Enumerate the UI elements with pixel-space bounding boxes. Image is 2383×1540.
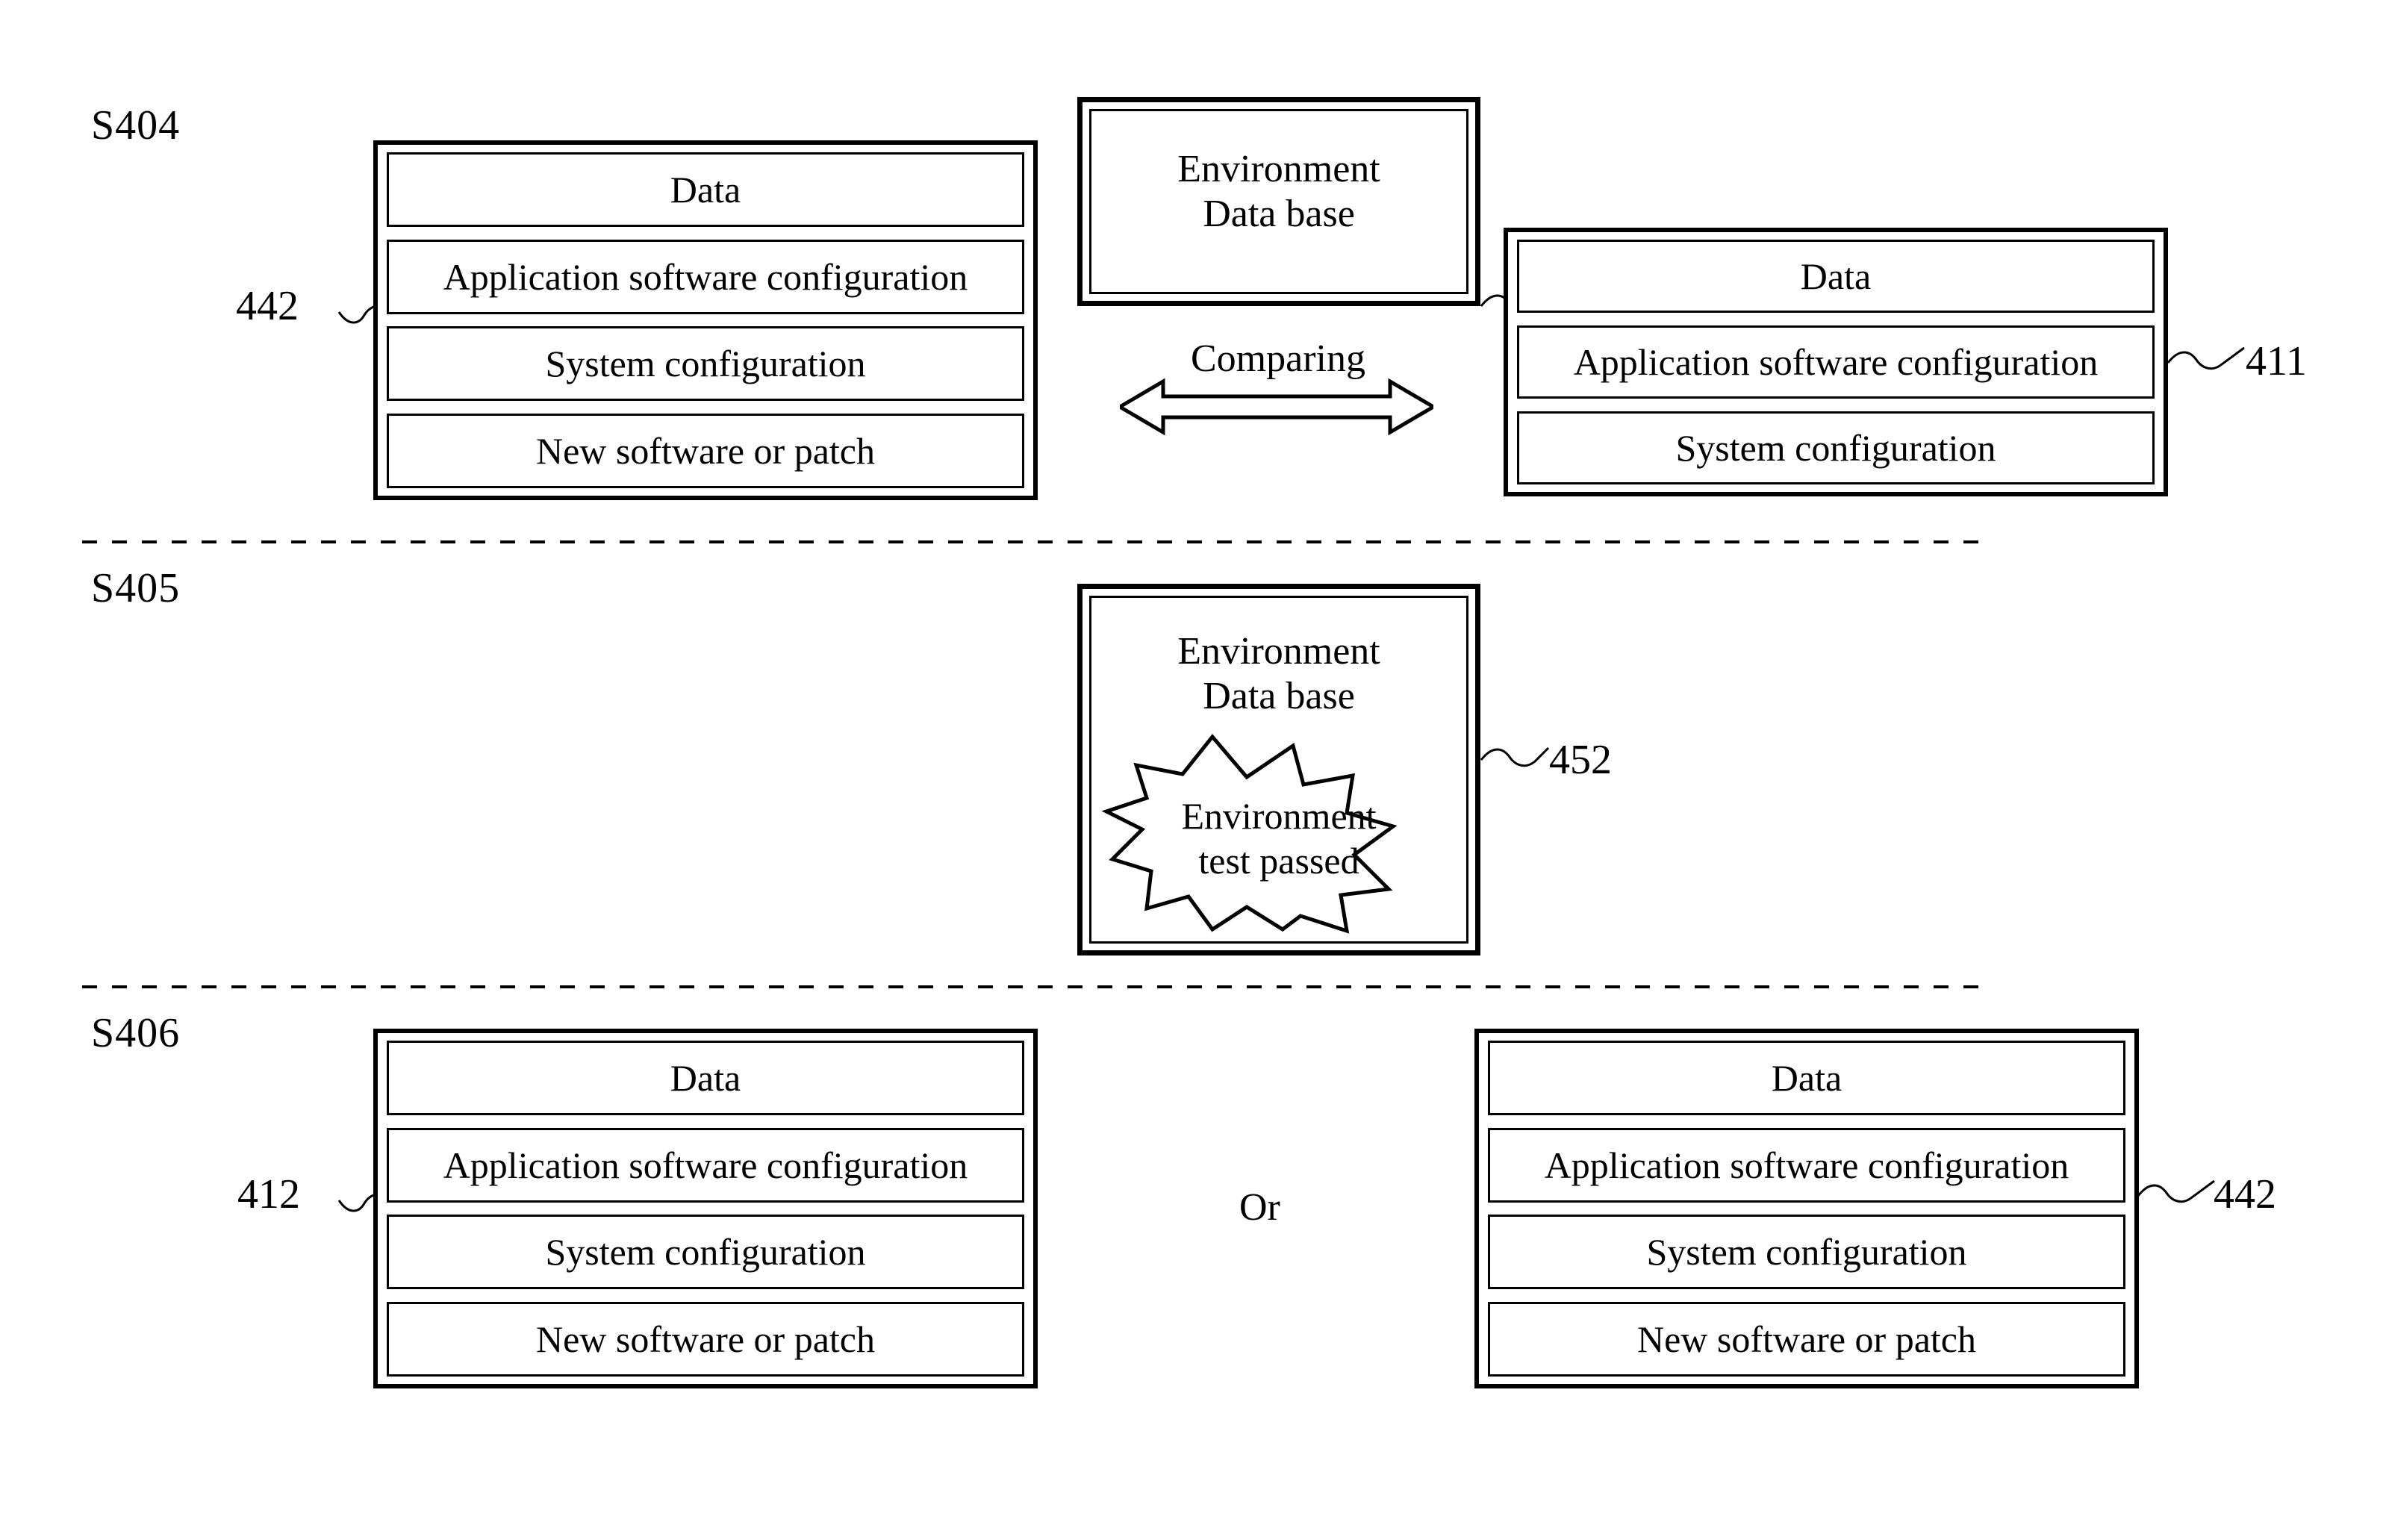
- ref-numeral-442-bottom: 442: [2214, 1171, 2276, 1218]
- environment-database-452-title: Environment Data base: [1177, 630, 1380, 718]
- stack-row-sys-config: System configuration: [387, 1215, 1024, 1290]
- leader-line-442-bottom: [2137, 1179, 2215, 1203]
- environment-database-451[interactable]: Environment Data base: [1077, 97, 1480, 306]
- stack-row-new-software: New software or patch: [1488, 1301, 2125, 1377]
- stack-row-sys-config: System configuration: [1517, 411, 2155, 484]
- stack-row-app-config: Application software configuration: [1517, 325, 2155, 399]
- stack-411[interactable]: Data Application software configuration …: [1504, 228, 2168, 496]
- stack-row-app-config: Application software configuration: [387, 239, 1024, 314]
- stack-412[interactable]: Data Application software configuration …: [373, 1029, 1038, 1388]
- leader-line-452: [1480, 746, 1550, 767]
- environment-database-452-inner: Environment Data base Environment test p…: [1089, 596, 1468, 944]
- environment-database-451-inner: Environment Data base: [1089, 109, 1468, 294]
- step-label-s406: S406: [91, 1010, 181, 1056]
- step-label-s404: S404: [91, 102, 181, 149]
- comparing-double-arrow-icon: [1120, 378, 1433, 436]
- ref-numeral-411: 411: [2246, 338, 2307, 384]
- ref-numeral-442-top: 442: [236, 283, 299, 329]
- stack-row-sys-config: System configuration: [387, 326, 1024, 402]
- stack-row-sys-config: System configuration: [1488, 1215, 2125, 1290]
- environment-database-451-title: Environment Data base: [1177, 148, 1380, 236]
- stack-row-new-software: New software or patch: [387, 413, 1024, 488]
- environment-test-passed-label: Environment test passed: [1181, 795, 1377, 882]
- stack-row-app-config: Application software configuration: [387, 1127, 1024, 1203]
- stack-row-data: Data: [1488, 1041, 2125, 1115]
- step-label-s405: S405: [91, 565, 181, 611]
- stack-row-data: Data: [387, 152, 1024, 227]
- stack-row-data: Data: [387, 1041, 1024, 1115]
- stack-row-new-software: New software or patch: [387, 1301, 1024, 1377]
- section-separator-s406: [82, 985, 1993, 988]
- stack-442-bottom[interactable]: Data Application software configuration …: [1474, 1029, 2139, 1388]
- ref-numeral-452: 452: [1549, 737, 1612, 783]
- ref-numeral-412: 412: [237, 1171, 300, 1218]
- figure-canvas: S404 442 Data Application software confi…: [0, 0, 2383, 1540]
- comparing-label: Comparing: [1191, 337, 1365, 380]
- stack-row-app-config: Application software configuration: [1488, 1127, 2125, 1203]
- stack-442-top[interactable]: Data Application software configuration …: [373, 140, 1038, 500]
- leader-line-411: [2166, 346, 2245, 370]
- alternative-or-label: Or: [1239, 1186, 1280, 1229]
- section-separator-s405: [82, 540, 1993, 543]
- stack-row-data: Data: [1517, 240, 2155, 313]
- environment-database-452[interactable]: Environment Data base Environment test p…: [1077, 584, 1480, 956]
